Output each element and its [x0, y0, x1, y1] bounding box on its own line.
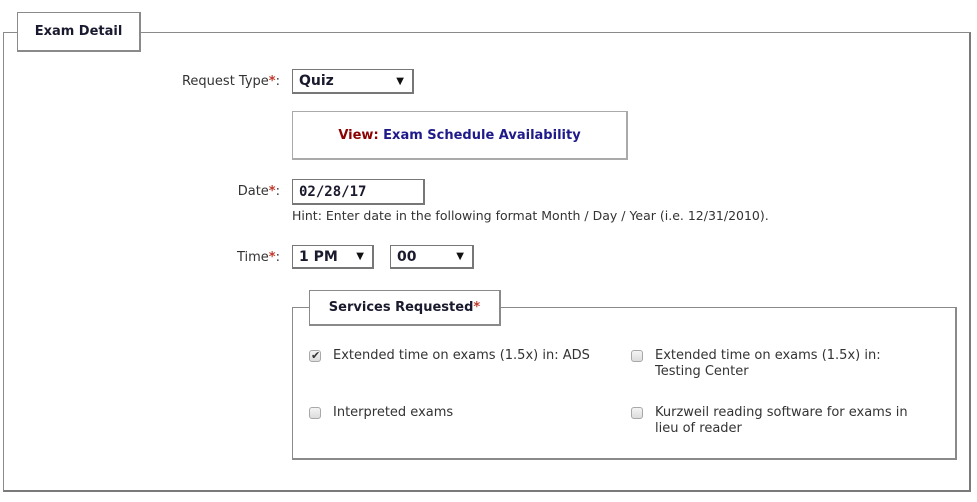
exam-schedule-availability-link[interactable]: Exam Schedule Availability [383, 128, 581, 143]
date-label-text: Date [237, 184, 269, 199]
exam-detail-legend: Exam Detail [17, 12, 141, 52]
chevron-down-icon: ▼ [396, 75, 404, 87]
label-colon: : [275, 250, 280, 265]
service-option-label: Kurzweil reading software for exams in l… [655, 405, 908, 436]
service-option-label: Extended time on exams (1.5x) in: ADS [333, 348, 590, 363]
required-asterisk: * [268, 74, 276, 89]
time-hour-select[interactable]: 1 PM ▼ [292, 245, 374, 269]
view-separator: : [373, 127, 384, 143]
services-requested-title: Services Requested [328, 300, 474, 315]
view-schedule-box: View: Exam Schedule Availability [292, 111, 628, 160]
request-type-select[interactable]: Quiz ▼ [292, 69, 414, 94]
required-asterisk: * [473, 300, 481, 315]
request-type-label-text: Request Type [181, 74, 269, 89]
service-option-label: Interpreted exams [333, 405, 454, 420]
checkbox-unchecked[interactable] [309, 407, 321, 419]
required-asterisk: * [268, 250, 276, 265]
service-option-label: Extended time on exams (1.5x) in: Testin… [655, 348, 881, 379]
view-prefix: View [338, 127, 374, 143]
date-label: Date*: [238, 184, 280, 199]
service-option-extended-time-testing-center[interactable]: Extended time on exams (1.5x) in: Testin… [631, 348, 931, 380]
time-hour-value: 1 PM [299, 248, 338, 265]
services-requested-legend: Services Requested * [309, 290, 501, 326]
label-colon: : [275, 74, 280, 89]
service-option-interpreted-exams[interactable]: Interpreted exams [309, 405, 619, 421]
label-colon: : [275, 184, 280, 199]
required-asterisk: * [268, 184, 276, 199]
time-minute-value: 00 [397, 248, 417, 265]
time-minute-select[interactable]: 00 ▼ [390, 245, 474, 269]
service-option-extended-time-ads[interactable]: Extended time on exams (1.5x) in: ADS [309, 348, 619, 364]
time-label: Time*: [237, 250, 280, 265]
chevron-down-icon: ▼ [356, 251, 364, 262]
checkbox-unchecked[interactable] [631, 350, 643, 362]
date-input[interactable] [292, 179, 425, 205]
checkbox-unchecked[interactable] [631, 407, 643, 419]
chevron-down-icon: ▼ [456, 251, 464, 262]
time-label-text: Time [236, 250, 269, 265]
checkbox-checked[interactable] [309, 348, 321, 364]
date-hint: Hint: Enter date in the following format… [292, 208, 769, 223]
services-requested-fieldset [292, 307, 957, 460]
service-option-kurzweil[interactable]: Kurzweil reading software for exams in l… [631, 405, 931, 437]
exam-detail-title: Exam Detail [34, 24, 123, 39]
request-type-value: Quiz [299, 73, 334, 89]
request-type-label: Request Type*: [182, 74, 280, 89]
